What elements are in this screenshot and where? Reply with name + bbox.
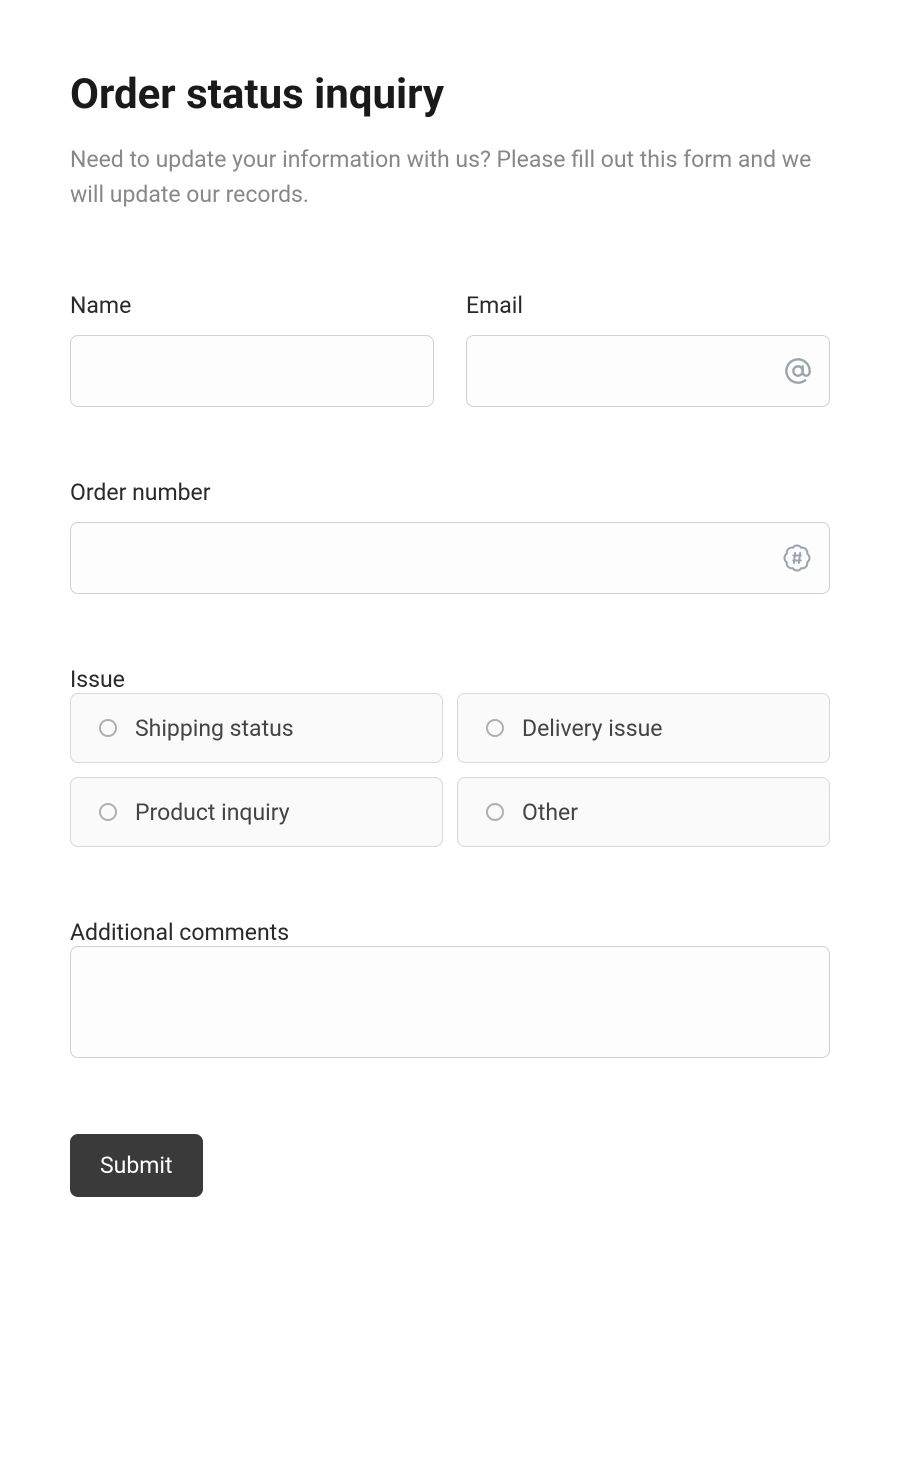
at-sign-icon (784, 357, 812, 385)
page-subtitle: Need to update your information with us?… (70, 143, 830, 212)
hash-badge-icon (782, 543, 812, 573)
name-input[interactable] (70, 335, 434, 407)
issue-label: Issue (70, 666, 125, 693)
radio-option-delivery-issue[interactable]: Delivery issue (457, 693, 830, 763)
radio-option-shipping-status[interactable]: Shipping status (70, 693, 443, 763)
order-number-input[interactable] (70, 522, 830, 594)
radio-circle-icon (99, 719, 117, 737)
radio-option-other[interactable]: Other (457, 777, 830, 847)
radio-option-product-inquiry[interactable]: Product inquiry (70, 777, 443, 847)
email-label: Email (466, 292, 830, 319)
radio-circle-icon (486, 803, 504, 821)
email-input[interactable] (466, 335, 830, 407)
submit-button[interactable]: Submit (70, 1134, 203, 1197)
radio-circle-icon (486, 719, 504, 737)
radio-circle-icon (99, 803, 117, 821)
order-number-label: Order number (70, 479, 830, 506)
comments-label: Additional comments (70, 919, 289, 946)
radio-label: Delivery issue (522, 715, 662, 742)
radio-label: Shipping status (135, 715, 294, 742)
radio-label: Other (522, 799, 578, 826)
name-label: Name (70, 292, 434, 319)
page-title: Order status inquiry (70, 70, 830, 119)
radio-label: Product inquiry (135, 799, 290, 826)
comments-input[interactable] (70, 946, 830, 1058)
